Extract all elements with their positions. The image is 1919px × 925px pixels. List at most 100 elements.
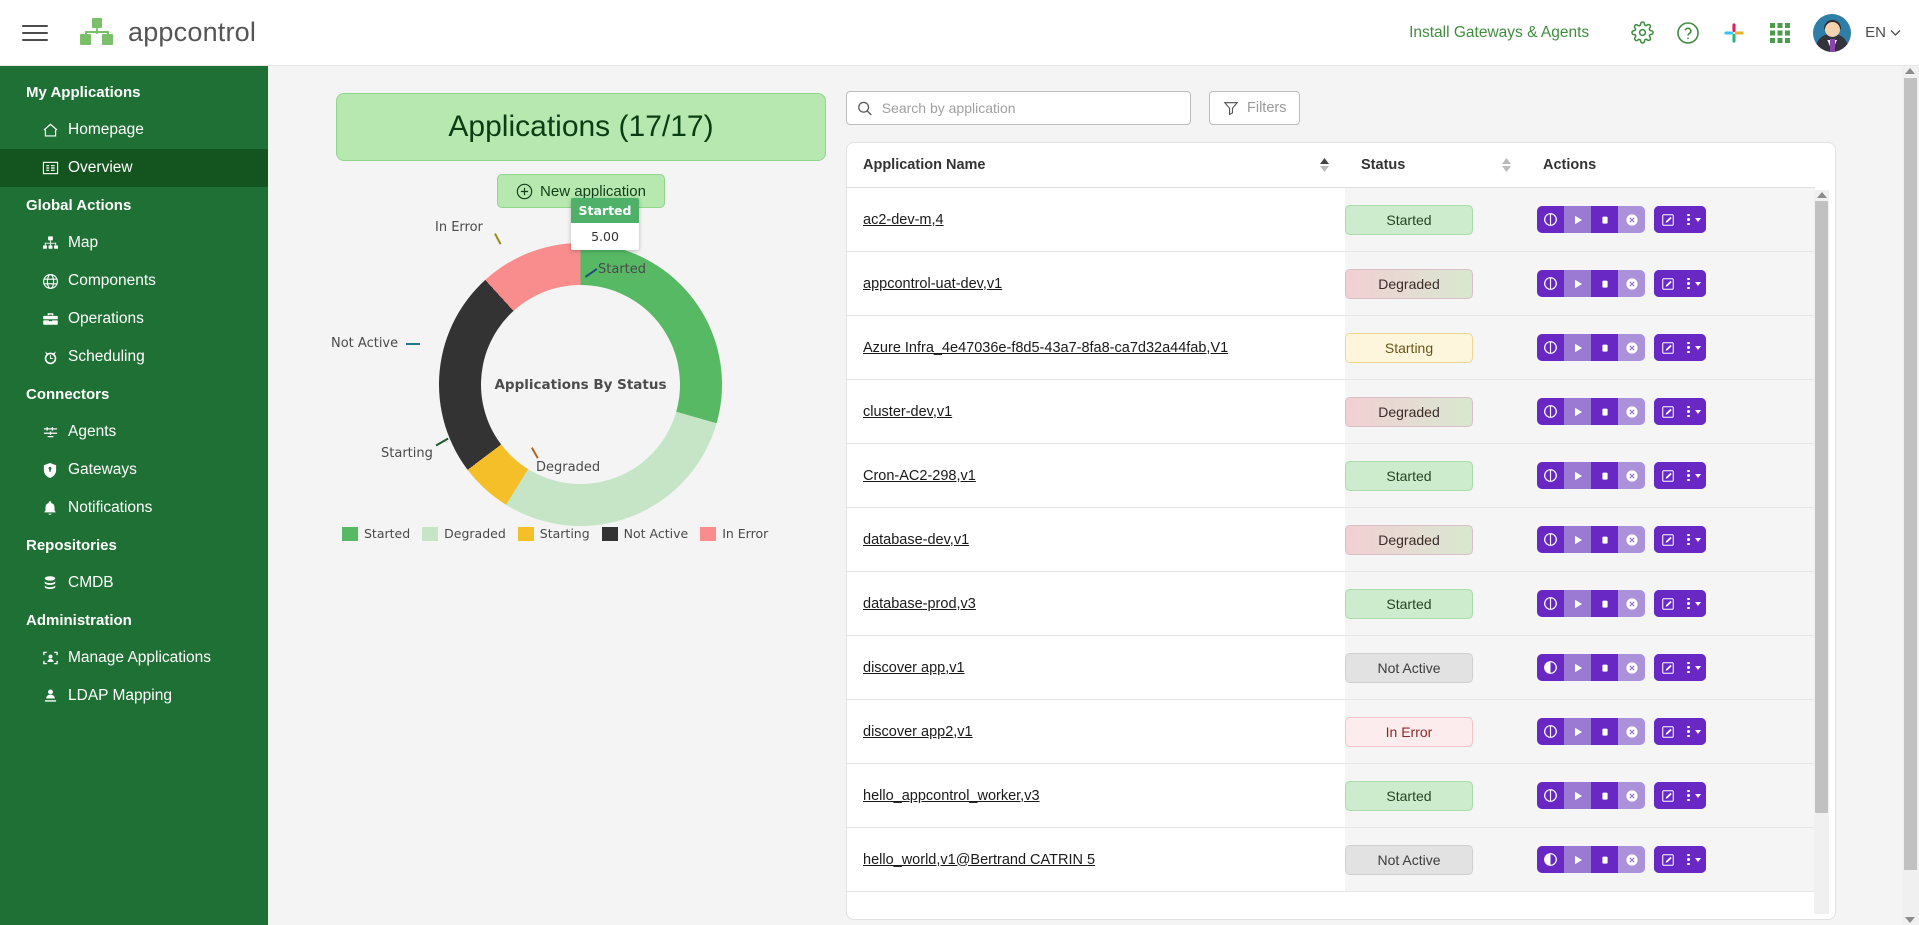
stop-icon[interactable] <box>1591 526 1618 553</box>
help-icon[interactable] <box>1665 10 1711 56</box>
legend-item-degraded[interactable]: Degraded <box>422 526 506 541</box>
application-name-link[interactable]: appcontrol-uat-dev,v1 <box>863 276 1002 292</box>
edit-icon[interactable] <box>1654 462 1682 489</box>
sidebar-item-manage-applications[interactable]: Manage Applications <box>0 639 268 677</box>
more-options-icon[interactable] <box>1682 206 1706 233</box>
cancel-icon[interactable] <box>1618 590 1645 617</box>
stop-icon[interactable] <box>1591 718 1618 745</box>
legend-item-in-error[interactable]: In Error <box>700 526 768 541</box>
application-name-link[interactable]: discover app2,v1 <box>863 724 973 740</box>
edit-icon[interactable] <box>1654 526 1682 553</box>
cancel-icon[interactable] <box>1618 654 1645 681</box>
stop-icon[interactable] <box>1591 590 1618 617</box>
cancel-icon[interactable] <box>1618 270 1645 297</box>
more-options-icon[interactable] <box>1682 718 1706 745</box>
sidebar-item-components[interactable]: Components <box>0 262 268 300</box>
toggle-icon[interactable] <box>1537 270 1564 297</box>
toggle-icon[interactable] <box>1537 526 1564 553</box>
edit-icon[interactable] <box>1654 206 1682 233</box>
page-scroll-up-arrow[interactable] <box>1905 68 1915 74</box>
play-icon[interactable] <box>1564 590 1591 617</box>
cancel-icon[interactable] <box>1618 462 1645 489</box>
toggle-icon[interactable] <box>1537 718 1564 745</box>
cancel-icon[interactable] <box>1618 782 1645 809</box>
play-icon[interactable] <box>1564 270 1591 297</box>
table-scroll-up-arrow[interactable] <box>1817 192 1827 198</box>
edit-icon[interactable] <box>1654 270 1682 297</box>
cancel-icon[interactable] <box>1618 398 1645 425</box>
stop-icon[interactable] <box>1591 846 1618 873</box>
sidebar-item-scheduling[interactable]: Scheduling <box>0 338 268 376</box>
search-input[interactable] <box>881 100 1180 116</box>
install-gateways-agents-link[interactable]: Install Gateways & Agents <box>1409 24 1589 42</box>
sidebar-item-agents[interactable]: Agents <box>0 413 268 451</box>
application-name-link[interactable]: ac2-dev-m,4 <box>863 212 944 228</box>
more-options-icon[interactable] <box>1682 526 1706 553</box>
play-icon[interactable] <box>1564 654 1591 681</box>
sidebar-item-ldap-mapping[interactable]: LDAP Mapping <box>0 677 268 715</box>
stop-icon[interactable] <box>1591 398 1618 425</box>
play-icon[interactable] <box>1564 526 1591 553</box>
more-options-icon[interactable] <box>1682 398 1706 425</box>
sort-icon-application-name[interactable] <box>1320 158 1329 172</box>
more-options-icon[interactable] <box>1682 782 1706 809</box>
edit-icon[interactable] <box>1654 334 1682 361</box>
hamburger-menu-icon[interactable] <box>22 18 52 48</box>
toggle-icon[interactable] <box>1537 654 1564 681</box>
column-header-status[interactable]: Status <box>1345 143 1527 188</box>
more-options-icon[interactable] <box>1682 846 1706 873</box>
play-icon[interactable] <box>1564 462 1591 489</box>
application-name-link[interactable]: Azure Infra_4e47036e-f8d5-43a7-8fa8-ca7d… <box>863 340 1228 356</box>
table-scrollbar-track[interactable] <box>1814 190 1829 914</box>
page-scrollbar-track[interactable] <box>1902 66 1919 925</box>
sidebar-item-overview[interactable]: Overview <box>0 149 268 187</box>
toggle-icon[interactable] <box>1537 334 1564 361</box>
edit-icon[interactable] <box>1654 654 1682 681</box>
stop-icon[interactable] <box>1591 206 1618 233</box>
language-selector[interactable]: EN <box>1865 24 1901 41</box>
edit-icon[interactable] <box>1654 718 1682 745</box>
toggle-icon[interactable] <box>1537 846 1564 873</box>
stop-icon[interactable] <box>1591 462 1618 489</box>
table-scrollbar-thumb[interactable] <box>1815 201 1828 813</box>
sidebar-item-gateways[interactable]: Gateways <box>0 451 268 489</box>
play-icon[interactable] <box>1564 782 1591 809</box>
cancel-icon[interactable] <box>1618 206 1645 233</box>
play-icon[interactable] <box>1564 398 1591 425</box>
cancel-icon[interactable] <box>1618 718 1645 745</box>
more-options-icon[interactable] <box>1682 334 1706 361</box>
filters-button[interactable]: Filters <box>1209 91 1301 125</box>
application-name-link[interactable]: hello_appcontrol_worker,v3 <box>863 788 1040 804</box>
edit-icon[interactable] <box>1654 782 1682 809</box>
gear-icon[interactable] <box>1619 10 1665 56</box>
page-scrollbar-thumb[interactable] <box>1904 78 1917 870</box>
legend-item-started[interactable]: Started <box>342 526 410 541</box>
edit-icon[interactable] <box>1654 846 1682 873</box>
toggle-icon[interactable] <box>1537 398 1564 425</box>
sort-icon-status[interactable] <box>1502 158 1511 172</box>
more-options-icon[interactable] <box>1682 270 1706 297</box>
sidebar-item-operations[interactable]: Operations <box>0 300 268 338</box>
stop-icon[interactable] <box>1591 270 1618 297</box>
stop-icon[interactable] <box>1591 334 1618 361</box>
sidebar-item-homepage[interactable]: Homepage <box>0 111 268 149</box>
more-options-icon[interactable] <box>1682 462 1706 489</box>
toggle-icon[interactable] <box>1537 782 1564 809</box>
application-name-link[interactable]: database-dev,v1 <box>863 532 969 548</box>
play-icon[interactable] <box>1564 206 1591 233</box>
application-name-link[interactable]: database-prod,v3 <box>863 596 976 612</box>
more-options-icon[interactable] <box>1682 590 1706 617</box>
cancel-icon[interactable] <box>1618 526 1645 553</box>
edit-icon[interactable] <box>1654 590 1682 617</box>
apps-grid-icon[interactable] <box>1757 10 1803 56</box>
toggle-icon[interactable] <box>1537 462 1564 489</box>
sidebar-item-notifications[interactable]: Notifications <box>0 489 268 527</box>
sidebar-item-cmdb[interactable]: CMDB <box>0 564 268 602</box>
application-name-link[interactable]: Cron-AC2-298,v1 <box>863 468 976 484</box>
cancel-icon[interactable] <box>1618 334 1645 361</box>
stop-icon[interactable] <box>1591 654 1618 681</box>
play-icon[interactable] <box>1564 334 1591 361</box>
play-icon[interactable] <box>1564 718 1591 745</box>
legend-item-starting[interactable]: Starting <box>517 526 590 541</box>
application-name-link[interactable]: discover app,v1 <box>863 660 965 676</box>
